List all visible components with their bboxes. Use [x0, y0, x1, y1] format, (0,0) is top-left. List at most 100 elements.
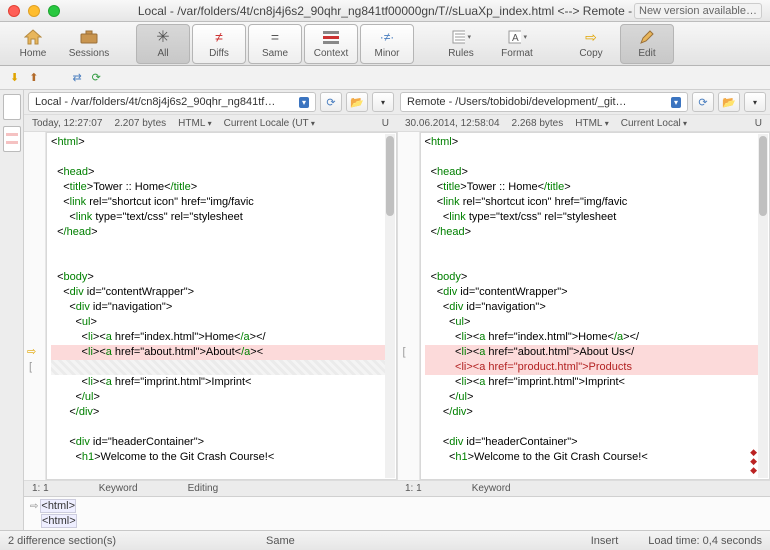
reload-icon[interactable]: ⟳ — [92, 71, 101, 84]
workspace: Local - /var/folders/4t/cn8j4j6s2_90qhr_… — [0, 90, 770, 530]
minor-toggle[interactable]: ·≠· Minor — [360, 24, 414, 64]
thumbnail-page-1[interactable] — [3, 94, 21, 120]
bracket-icon: [ — [29, 361, 32, 373]
right-scrollbar[interactable] — [758, 134, 768, 478]
left-token-type: Keyword — [99, 483, 138, 494]
right-open-button[interactable]: 📂 — [718, 92, 740, 112]
left-refresh-button[interactable]: ⟳ — [320, 92, 342, 112]
right-refresh-button[interactable]: ⟳ — [692, 92, 714, 112]
zoom-icon[interactable] — [48, 5, 60, 17]
main-toolbar: Home Sessions ✳︎ All ≠ Diffs = Same Cont… — [0, 22, 770, 66]
prev-diff-up-icon[interactable]: ⬆ — [29, 71, 38, 84]
left-gutter: ⇨ [ — [24, 132, 46, 480]
right-timestamp: 30.06.2014, 12:58:04 — [405, 118, 500, 129]
refresh-icon: ⟳ — [698, 96, 707, 109]
preview-right: <html> — [41, 514, 77, 528]
rules-icon: ▾ — [451, 28, 471, 46]
home-icon — [23, 28, 43, 46]
bracket-icon: [ — [403, 346, 406, 358]
caret-down-icon: ▾ — [381, 98, 385, 107]
caret-down-icon: ▾ — [753, 98, 757, 107]
refresh-icon: ⟳ — [326, 96, 335, 109]
swap-icon[interactable]: ⇄ — [72, 71, 81, 84]
current-diff-arrow-icon: ⇨ — [27, 345, 36, 358]
edit-label: Edit — [638, 48, 655, 59]
equal-icon: = — [265, 28, 285, 46]
asterisk-icon: ✳︎ — [153, 28, 173, 46]
left-pane-header: Local - /var/folders/4t/cn8j4j6s2_90qhr_… — [28, 92, 394, 112]
left-cursor-pos: 1: 1 — [32, 483, 49, 494]
right-size: 2.268 bytes — [512, 118, 564, 129]
rules-label: Rules — [448, 48, 474, 59]
chevron-down-icon[interactable]: ▾ — [299, 97, 309, 108]
format-button[interactable]: A▾ Format — [490, 24, 544, 64]
folder-open-icon: 📂 — [350, 96, 364, 109]
pencil-icon — [637, 28, 657, 46]
status-diffs: 2 difference section(s) — [8, 535, 116, 547]
left-timestamp: Today, 12:27:07 — [32, 118, 102, 129]
right-info: 30.06.2014, 12:58:04 2.268 bytes HTML Cu… — [397, 114, 770, 132]
panes: Local - /var/folders/4t/cn8j4j6s2_90qhr_… — [24, 90, 770, 530]
right-editor: [ <html> <head> <title>Tower :: Home</ti… — [398, 132, 770, 480]
status-loadtime: Load time: 0,4 seconds — [648, 535, 762, 547]
rules-button[interactable]: ▾ Rules — [434, 24, 488, 64]
all-label: All — [157, 48, 168, 59]
same-toggle[interactable]: = Same — [248, 24, 302, 64]
copy-arrow-icon: ⇨ — [581, 28, 601, 46]
not-equal-icon: ≠ — [209, 28, 229, 46]
left-address-bar[interactable]: Local - /var/folders/4t/cn8j4j6s2_90qhr_… — [28, 92, 316, 112]
window-buttons — [8, 5, 60, 17]
right-pane-header: Remote - /Users/tobidobi/development/_gi… — [400, 92, 766, 112]
left-code[interactable]: <html> <head> <title>Tower :: Home</titl… — [46, 132, 397, 480]
right-address-bar[interactable]: Remote - /Users/tobidobi/development/_gi… — [400, 92, 688, 112]
chevron-down-icon[interactable]: ▾ — [671, 97, 681, 108]
minimize-icon[interactable] — [28, 5, 40, 17]
left-lang-dropdown[interactable]: HTML — [178, 118, 211, 129]
pane-headers: Local - /var/folders/4t/cn8j4j6s2_90qhr_… — [24, 90, 770, 114]
edit-button[interactable]: Edit — [620, 24, 674, 64]
sessions-button[interactable]: Sessions — [62, 24, 116, 64]
right-code[interactable]: <html> <head> <title>Tower :: Home</titl… — [420, 132, 770, 480]
next-diff-down-icon[interactable]: ⬇ — [10, 71, 19, 84]
svg-text:A: A — [512, 33, 519, 44]
info-bar: Today, 12:27:07 2.207 bytes HTML Current… — [24, 114, 770, 132]
left-editor-footer: 1: 1 Keyword Editing — [24, 480, 397, 496]
right-editor-footer: 1: 1 Keyword — [397, 480, 770, 496]
right-token-type: Keyword — [472, 483, 511, 494]
minor-icon: ·≠· — [377, 28, 397, 46]
right-encoding-dropdown[interactable]: Current Local — [621, 118, 687, 129]
left-mode: Editing — [188, 483, 219, 494]
all-toggle[interactable]: ✳︎ All — [136, 24, 190, 64]
diffs-toggle[interactable]: ≠ Diffs — [192, 24, 246, 64]
context-label: Context — [314, 48, 348, 59]
right-lang-dropdown[interactable]: HTML — [575, 118, 608, 129]
right-gutter: [ — [398, 132, 420, 480]
right-lineend: U — [755, 118, 762, 129]
left-more-button[interactable]: ▾ — [372, 92, 394, 112]
left-encoding-dropdown[interactable]: Current Locale (UT — [224, 118, 315, 129]
format-icon: A▾ — [507, 28, 527, 46]
nav-strip: ⬇ ⬆ ⇄ ⟳ — [0, 66, 770, 90]
context-icon — [321, 28, 341, 46]
status-same: Same — [266, 535, 295, 547]
editor-footers: 1: 1 Keyword Editing 1: 1 Keyword — [24, 480, 770, 496]
context-toggle[interactable]: Context — [304, 24, 358, 64]
status-insert: Insert — [591, 535, 619, 547]
left-open-button[interactable]: 📂 — [346, 92, 368, 112]
home-button[interactable]: Home — [6, 24, 60, 64]
left-editor: ⇨ [ <html> <head> <title>Tower :: Home</… — [24, 132, 398, 480]
thumbnail-page-2[interactable] — [3, 126, 21, 152]
right-address-text: Remote - /Users/tobidobi/development/_gi… — [407, 96, 627, 108]
copy-label: Copy — [579, 48, 602, 59]
close-icon[interactable] — [8, 5, 20, 17]
left-info: Today, 12:27:07 2.207 bytes HTML Current… — [24, 114, 397, 132]
editors: ⇨ [ <html> <head> <title>Tower :: Home</… — [24, 132, 770, 480]
format-label: Format — [501, 48, 533, 59]
copy-button[interactable]: ⇨ Copy — [564, 24, 618, 64]
left-scrollbar[interactable] — [385, 134, 395, 478]
right-more-button[interactable]: ▾ — [744, 92, 766, 112]
minor-label: Minor — [374, 48, 399, 59]
status-bar: 2 difference section(s) Same Insert Load… — [0, 530, 770, 550]
folder-open-icon: 📂 — [722, 96, 736, 109]
update-notice[interactable]: New version available… — [634, 3, 762, 19]
